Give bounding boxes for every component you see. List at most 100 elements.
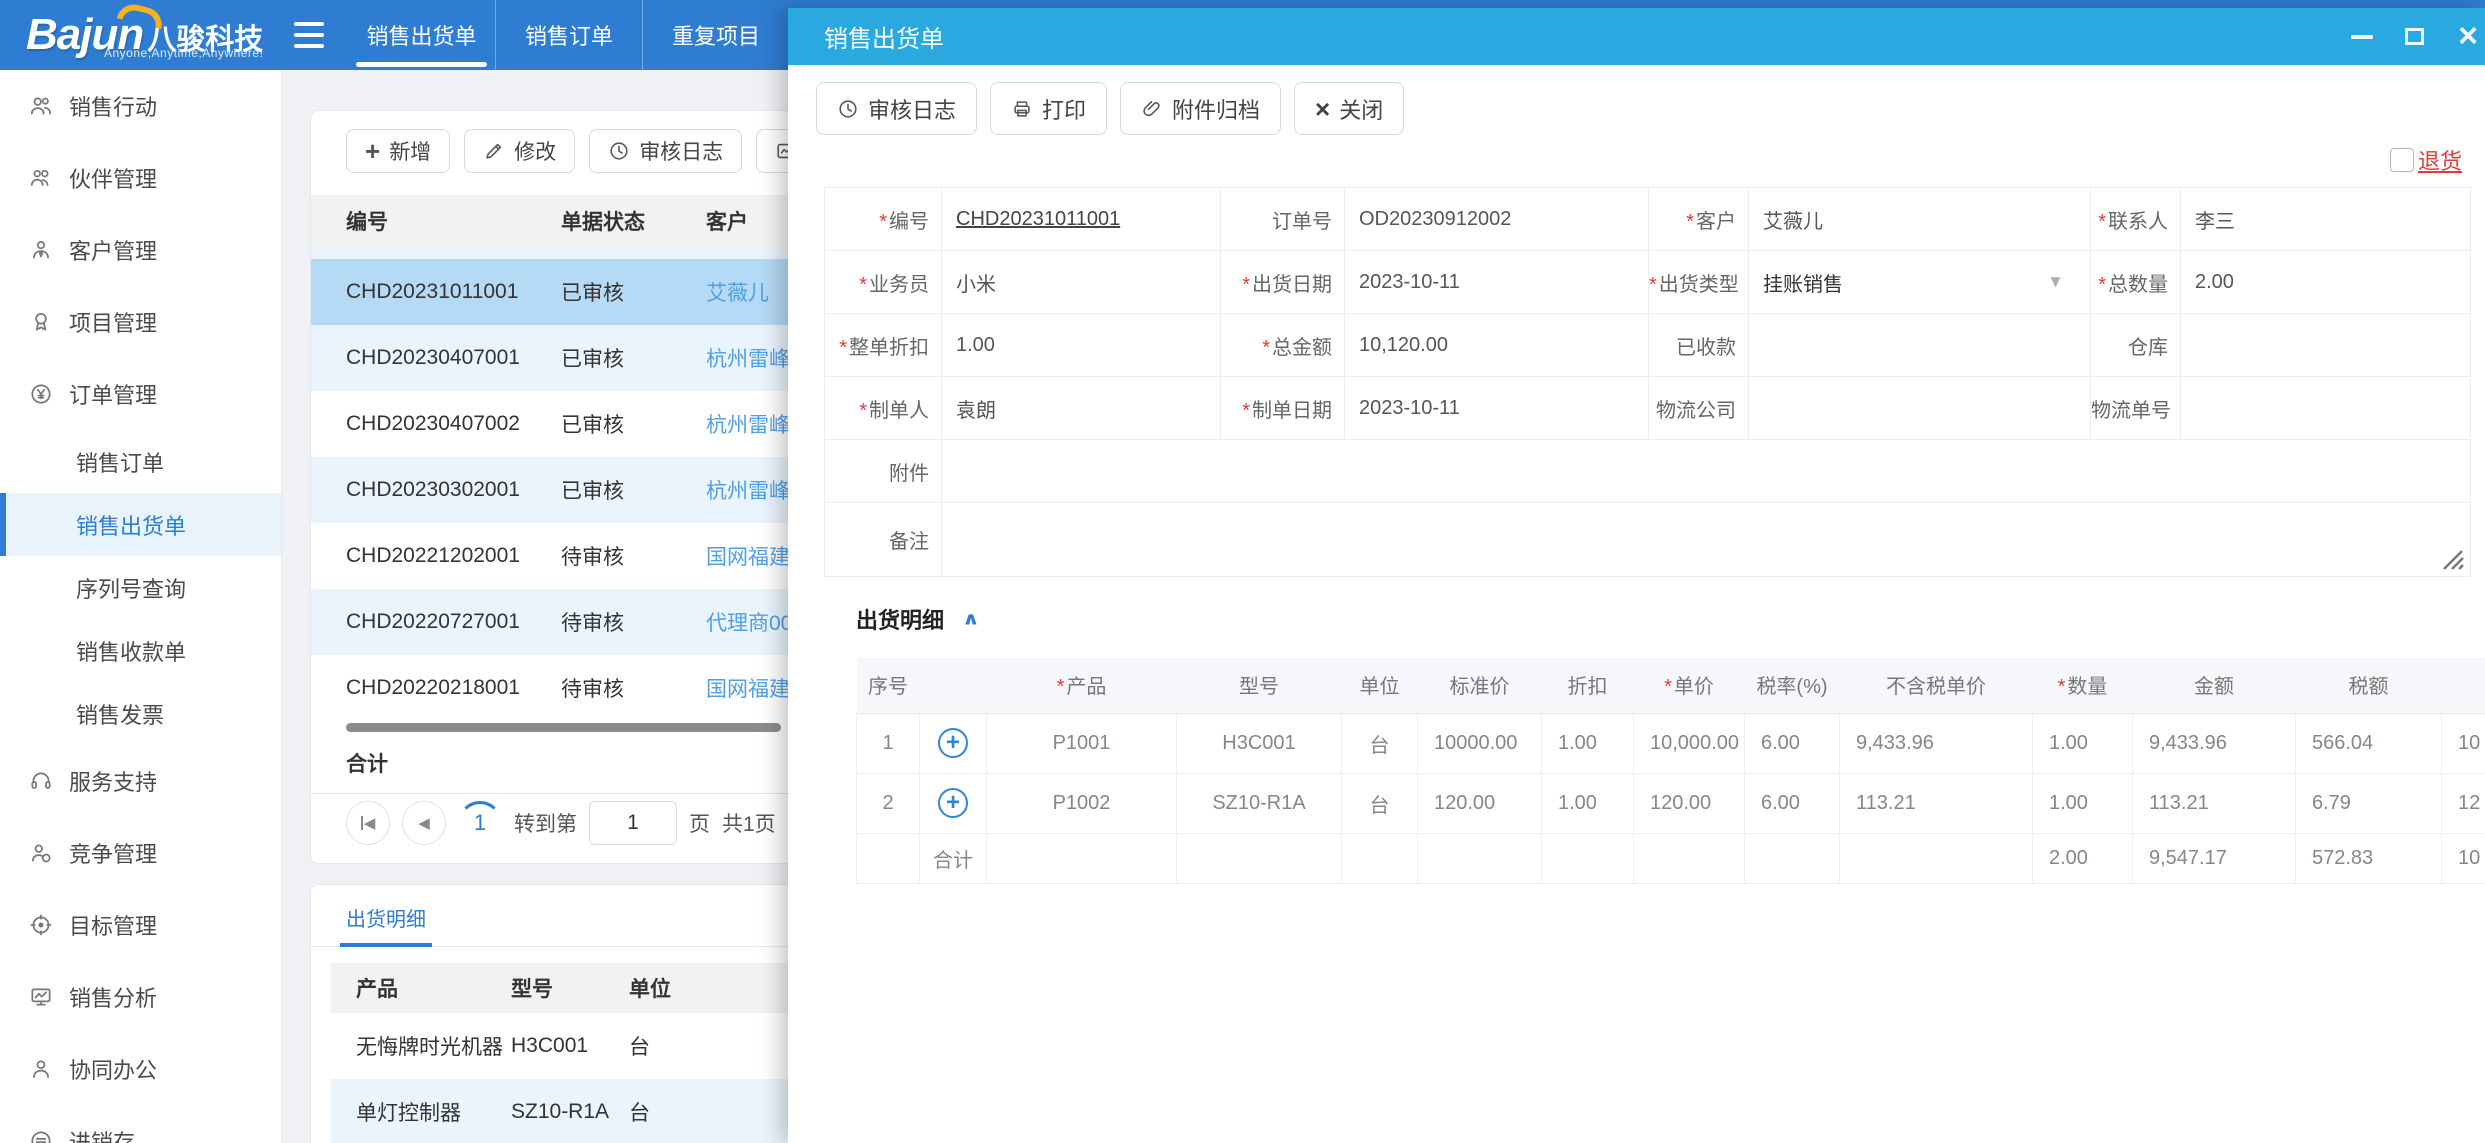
sidebar-item-sales-shipment[interactable]: 销售出货单 <box>0 493 281 556</box>
first-page-button[interactable]: ◀ <box>346 801 390 845</box>
clock-icon <box>837 98 859 120</box>
sidebar-item-sales-receipt[interactable]: 销售收款单 <box>0 619 281 682</box>
field-label: *总数量 <box>2091 251 2181 314</box>
page-input[interactable] <box>589 801 677 845</box>
box-icon <box>28 1128 54 1143</box>
field-label: *客户 <box>1649 188 1749 251</box>
menu-icon[interactable] <box>294 0 340 70</box>
users-icon <box>28 93 54 119</box>
goto-suffix: 页 <box>689 808 710 838</box>
attachment-field[interactable] <box>942 440 2471 503</box>
printer-icon <box>1011 98 1033 120</box>
close-button[interactable]: × 关闭 <box>1294 82 1404 135</box>
app-logo: Bajun 八骏科技 Anyone,Anytime,Anywhere! <box>0 0 282 70</box>
totals-label: 合计 <box>920 833 987 883</box>
top-tabs: 销售出货单 销售订单 重复项目 <box>348 0 789 70</box>
maximize-icon <box>2405 28 2424 45</box>
total-amount-field: 10,120.00 <box>1345 314 1649 377</box>
field-label: 仓库 <box>2091 314 2181 377</box>
product-cell: P1002 <box>987 773 1177 833</box>
add-button[interactable]: +新增 <box>346 129 450 173</box>
audit-log-button[interactable]: 审核日志 <box>816 82 977 135</box>
sidebar: 销售行动 伙伴管理 客户管理 项目管理 订单管理 销售订单 销售出货单 序列号查… <box>0 70 282 1143</box>
col-id: 编号 <box>311 206 533 236</box>
return-label[interactable]: 退货 <box>2418 144 2462 176</box>
detail-header-row: 序号 *产品 型号 单位 标准价 折扣 *单价 税率(%) 不含税单价 *数量 … <box>857 657 2485 713</box>
sidebar-item-sales-action[interactable]: 销售行动 <box>0 70 281 142</box>
ship-type-select[interactable]: 挂账销售▼ <box>1749 251 2091 314</box>
col-status: 单据状态 <box>533 206 678 236</box>
order-id-link[interactable]: CHD20231011001 <box>956 208 1120 230</box>
close-window-button[interactable]: × <box>2451 8 2485 65</box>
attachment-archive-button[interactable]: 附件归档 <box>1120 82 1281 135</box>
current-page[interactable]: 1 <box>458 801 502 845</box>
sidebar-item-serial-query[interactable]: 序列号查询 <box>0 556 281 619</box>
resize-grip-icon[interactable] <box>2438 549 2464 571</box>
tab-sales-order[interactable]: 销售订单 <box>495 0 642 70</box>
sidebar-item-sales-invoice[interactable]: 销售发票 <box>0 682 281 745</box>
logo-tagline: Anyone,Anytime,Anywhere! <box>104 46 263 60</box>
col-model: 型号 <box>501 973 619 1003</box>
create-date-field: 2023-10-11 <box>1345 377 1649 440</box>
pencil-icon <box>483 140 505 162</box>
tab-duplicate-project[interactable]: 重复项目 <box>642 0 789 70</box>
add-line-icon[interactable]: + <box>938 728 968 758</box>
minimize-button[interactable] <box>2347 8 2377 65</box>
maximize-button[interactable] <box>2399 8 2429 65</box>
total-pages: 共1页 <box>722 808 776 838</box>
detail-totals-row: 合计 2.00 9,547.17 572.83 10 <box>857 833 2485 883</box>
print-button[interactable]: 打印 <box>990 82 1107 135</box>
received-payment-field <box>1749 314 2091 377</box>
tab-shipment-detail[interactable]: 出货明细 <box>346 903 426 946</box>
field-label: *制单人 <box>825 377 942 440</box>
field-label: 物流单号 <box>2091 377 2181 440</box>
field-label: *业务员 <box>825 251 942 314</box>
remark-field[interactable] <box>942 503 2471 577</box>
shipment-form: *编号 CHD20231011001 订单号 OD20230912002 *客户… <box>824 187 2471 577</box>
sidebar-item-collaboration[interactable]: 协同办公 <box>0 1033 281 1105</box>
edit-button[interactable]: 修改 <box>464 129 575 173</box>
return-checkbox[interactable] <box>2390 148 2414 172</box>
total-qty-field: 2.00 <box>2181 251 2471 314</box>
sidebar-item-customer-mgmt[interactable]: 客户管理 <box>0 214 281 286</box>
audit-log-button[interactable]: 审核日志 <box>589 129 742 173</box>
yen-circle-icon <box>28 381 54 407</box>
clock-icon <box>608 140 630 162</box>
sidebar-item-service-support[interactable]: 服务支持 <box>0 745 281 817</box>
minimize-icon <box>2351 35 2373 39</box>
customer-link[interactable]: 艾薇儿 <box>706 282 769 305</box>
modal-title: 销售出货单 <box>824 19 944 54</box>
sidebar-item-inventory[interactable]: 进销存 <box>0 1105 281 1143</box>
headset-icon <box>28 768 54 794</box>
person-icon <box>28 1056 54 1082</box>
chevron-up-icon[interactable]: ∧ <box>962 609 980 630</box>
sidebar-item-target-mgmt[interactable]: 目标管理 <box>0 889 281 961</box>
field-label: 附件 <box>825 440 942 503</box>
tab-sales-shipment[interactable]: 销售出货单 <box>348 0 495 70</box>
sidebar-item-sales-order[interactable]: 销售订单 <box>0 430 281 493</box>
customer-field: 艾薇儿 <box>1749 188 2091 251</box>
field-label: 已收款 <box>1649 314 1749 377</box>
sidebar-item-competition-mgmt[interactable]: 竞争管理 <box>0 817 281 889</box>
sidebar-item-partner-mgmt[interactable]: 伙伴管理 <box>0 142 281 214</box>
field-label: *总金额 <box>1221 314 1345 377</box>
section-title: 出货明细 <box>856 603 944 635</box>
sidebar-item-sales-analysis[interactable]: 销售分析 <box>0 961 281 1033</box>
prev-page-button[interactable]: ◀ <box>402 801 446 845</box>
horizontal-scrollbar[interactable] <box>346 723 781 732</box>
field-label: *出货日期 <box>1221 251 1345 314</box>
product-cell: P1001 <box>987 713 1177 773</box>
contact-field: 李三 <box>2181 188 2471 251</box>
sidebar-item-order-mgmt[interactable]: 订单管理 <box>0 358 281 430</box>
sales-order-field: OD20230912002 <box>1345 188 1649 251</box>
chart-monitor-icon <box>28 984 54 1010</box>
col-product: 产品 <box>331 973 501 1003</box>
add-line-icon[interactable]: + <box>938 788 968 818</box>
sidebar-item-project-mgmt[interactable]: 项目管理 <box>0 286 281 358</box>
shipment-detail-table: 序号 *产品 型号 单位 标准价 折扣 *单价 税率(%) 不含税单价 *数量 … <box>856 657 2485 884</box>
field-label: *制单日期 <box>1221 377 1345 440</box>
field-label: 物流公司 <box>1649 377 1749 440</box>
chevron-down-icon[interactable]: ▼ <box>2047 272 2064 292</box>
field-label: *编号 <box>825 188 942 251</box>
target-icon <box>28 912 54 938</box>
